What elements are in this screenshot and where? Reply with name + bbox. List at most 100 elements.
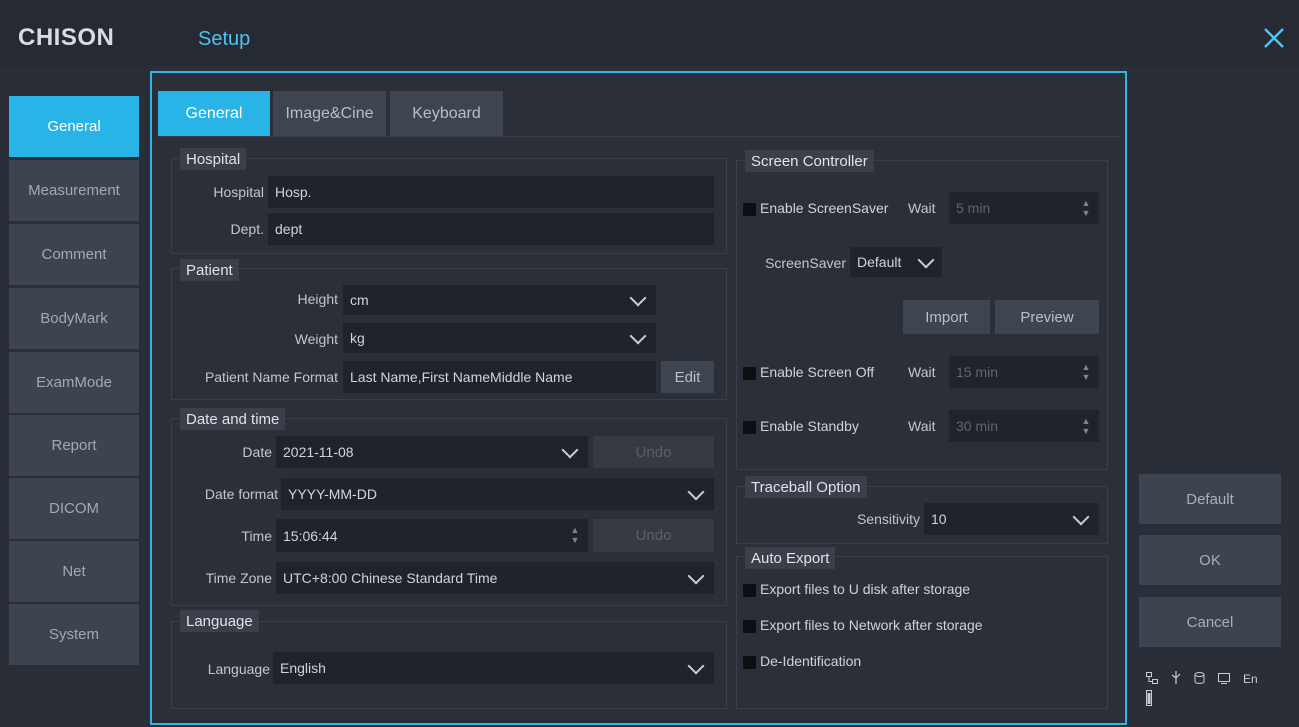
- enable-screensaver-label: Enable ScreenSaver: [760, 200, 889, 216]
- export-network-label: Export files to Network after storage: [760, 617, 983, 633]
- battery-icon: [1146, 690, 1258, 709]
- screen-off-wait-input[interactable]: 15 min ▲ ▼: [949, 356, 1099, 388]
- sensitivity-select[interactable]: 10: [924, 503, 1099, 535]
- usb-icon: [1171, 671, 1181, 687]
- weight-unit-value: kg: [350, 330, 365, 346]
- language-value: English: [280, 660, 326, 676]
- page-title: Setup: [198, 28, 251, 50]
- spinner-arrows-icon[interactable]: ▲ ▼: [570, 525, 580, 547]
- enable-standby-label: Enable Standby: [760, 418, 859, 434]
- time-label: Time: [241, 528, 272, 544]
- language-group-title: Language: [180, 610, 259, 632]
- date-format-select[interactable]: YYYY-MM-DD: [281, 478, 714, 510]
- chevron-down-icon: [629, 327, 647, 345]
- tab-divider: [158, 136, 1120, 137]
- language-label: Language: [207, 661, 270, 677]
- ok-button[interactable]: OK: [1139, 535, 1281, 585]
- sidebar-item-net[interactable]: Net: [9, 541, 139, 602]
- enable-screen-off-label: Enable Screen Off: [760, 364, 875, 380]
- auto-export-group-title: Auto Export: [745, 547, 836, 569]
- default-button[interactable]: Default: [1139, 474, 1281, 524]
- sidebar-item-exammode[interactable]: ExamMode: [9, 352, 139, 413]
- hospital-label: Hospital: [213, 184, 264, 200]
- preview-button[interactable]: Preview: [995, 300, 1099, 334]
- import-button[interactable]: Import: [903, 300, 990, 334]
- date-label: Date: [242, 444, 272, 460]
- traceball-group-title: Traceball Option: [745, 476, 867, 498]
- tab-general[interactable]: General: [158, 91, 270, 137]
- time-undo-button[interactable]: Undo: [593, 519, 714, 552]
- height-label: Height: [297, 291, 338, 307]
- close-icon[interactable]: [1258, 22, 1290, 54]
- name-format-label: Patient Name Format: [204, 369, 338, 385]
- time-zone-select[interactable]: UTC+8:00 Chinese Standard Time: [276, 562, 714, 594]
- screensaver-select[interactable]: Default: [850, 247, 942, 277]
- sidebar-item-comment[interactable]: Comment: [9, 224, 139, 285]
- sidebar-item-report[interactable]: Report: [9, 415, 139, 476]
- date-value: 2021-11-08: [283, 444, 354, 460]
- sidebar-item-general[interactable]: General: [9, 96, 139, 157]
- tab-keyboard[interactable]: Keyboard: [390, 91, 503, 137]
- screensaver-label: ScreenSaver: [765, 255, 846, 271]
- de-identification-checkbox[interactable]: [743, 656, 756, 669]
- patient-group-title: Patient: [180, 259, 239, 281]
- time-zone-label: Time Zone: [205, 570, 272, 586]
- time-zone-value: UTC+8:00 Chinese Standard Time: [283, 570, 498, 586]
- export-udisk-checkbox[interactable]: [743, 584, 756, 597]
- sidebar-item-bodymark[interactable]: BodyMark: [9, 288, 139, 349]
- name-format-input[interactable]: Last Name,First NameMiddle Name: [343, 361, 656, 393]
- screensaver-wait-input[interactable]: 5 min ▲ ▼: [949, 192, 1099, 224]
- date-format-value: YYYY-MM-DD: [288, 486, 377, 502]
- export-network-checkbox[interactable]: [743, 620, 756, 633]
- date-time-group-title: Date and time: [180, 408, 286, 430]
- dept-input[interactable]: dept: [268, 213, 714, 245]
- sidebar-item-system[interactable]: System: [9, 604, 139, 665]
- hospital-input[interactable]: Hosp.: [268, 176, 714, 208]
- spinner-arrows-icon[interactable]: ▲ ▼: [1081, 362, 1091, 384]
- sensitivity-label: Sensitivity: [856, 511, 920, 527]
- standby-wait-input[interactable]: 30 min ▲ ▼: [949, 410, 1099, 442]
- chevron-down-icon: [917, 251, 935, 269]
- screensaver-wait-value: 5 min: [956, 200, 991, 216]
- brand-logo: CHISON: [18, 24, 115, 51]
- screensaver-wait-label: Wait: [908, 200, 936, 216]
- screensaver-value: Default: [857, 254, 902, 270]
- chevron-down-icon: [687, 567, 705, 585]
- height-unit-select[interactable]: cm: [343, 285, 656, 315]
- hospital-group-title: Hospital: [180, 148, 247, 170]
- chevron-down-icon: [629, 289, 647, 307]
- screen-off-wait-label: Wait: [908, 364, 936, 380]
- date-format-label: Date format: [204, 486, 278, 502]
- weight-label: Weight: [294, 331, 338, 347]
- tab-image-cine[interactable]: Image&Cine: [273, 91, 386, 137]
- chevron-down-icon: [687, 483, 705, 501]
- chevron-down-icon: [1072, 508, 1090, 526]
- screen-controller-group-title: Screen Controller: [745, 150, 874, 172]
- language-select[interactable]: English: [273, 652, 714, 684]
- standby-wait-value: 30 min: [956, 418, 999, 434]
- dept-label: Dept.: [230, 221, 264, 237]
- sidebar-item-dicom[interactable]: DICOM: [9, 478, 139, 539]
- storage-icon: [1194, 671, 1205, 687]
- language-indicator: En: [1243, 672, 1258, 686]
- date-undo-button[interactable]: Undo: [593, 436, 714, 468]
- enable-standby-checkbox[interactable]: [743, 421, 756, 434]
- sensitivity-value: 10: [931, 511, 947, 527]
- sidebar-item-measurement[interactable]: Measurement: [9, 160, 139, 221]
- enable-screen-off-checkbox[interactable]: [743, 367, 756, 380]
- screen-off-wait-value: 15 min: [956, 364, 999, 380]
- spinner-arrows-icon[interactable]: ▲ ▼: [1081, 416, 1091, 438]
- time-value: 15:06:44: [283, 527, 338, 544]
- title-bar: [0, 0, 1299, 66]
- spinner-arrows-icon[interactable]: ▲ ▼: [1081, 198, 1091, 220]
- chevron-down-icon: [561, 441, 579, 459]
- de-identification-label: De-Identification: [760, 653, 862, 669]
- weight-unit-select[interactable]: kg: [343, 323, 656, 353]
- enable-screensaver-checkbox[interactable]: [743, 203, 756, 216]
- edit-button[interactable]: Edit: [661, 361, 714, 393]
- cancel-button[interactable]: Cancel: [1139, 597, 1281, 647]
- network-icon: [1146, 671, 1158, 687]
- time-input[interactable]: 15:06:44 ▲ ▼: [276, 519, 588, 552]
- date-select[interactable]: 2021-11-08: [276, 436, 588, 468]
- chevron-down-icon: [687, 657, 705, 675]
